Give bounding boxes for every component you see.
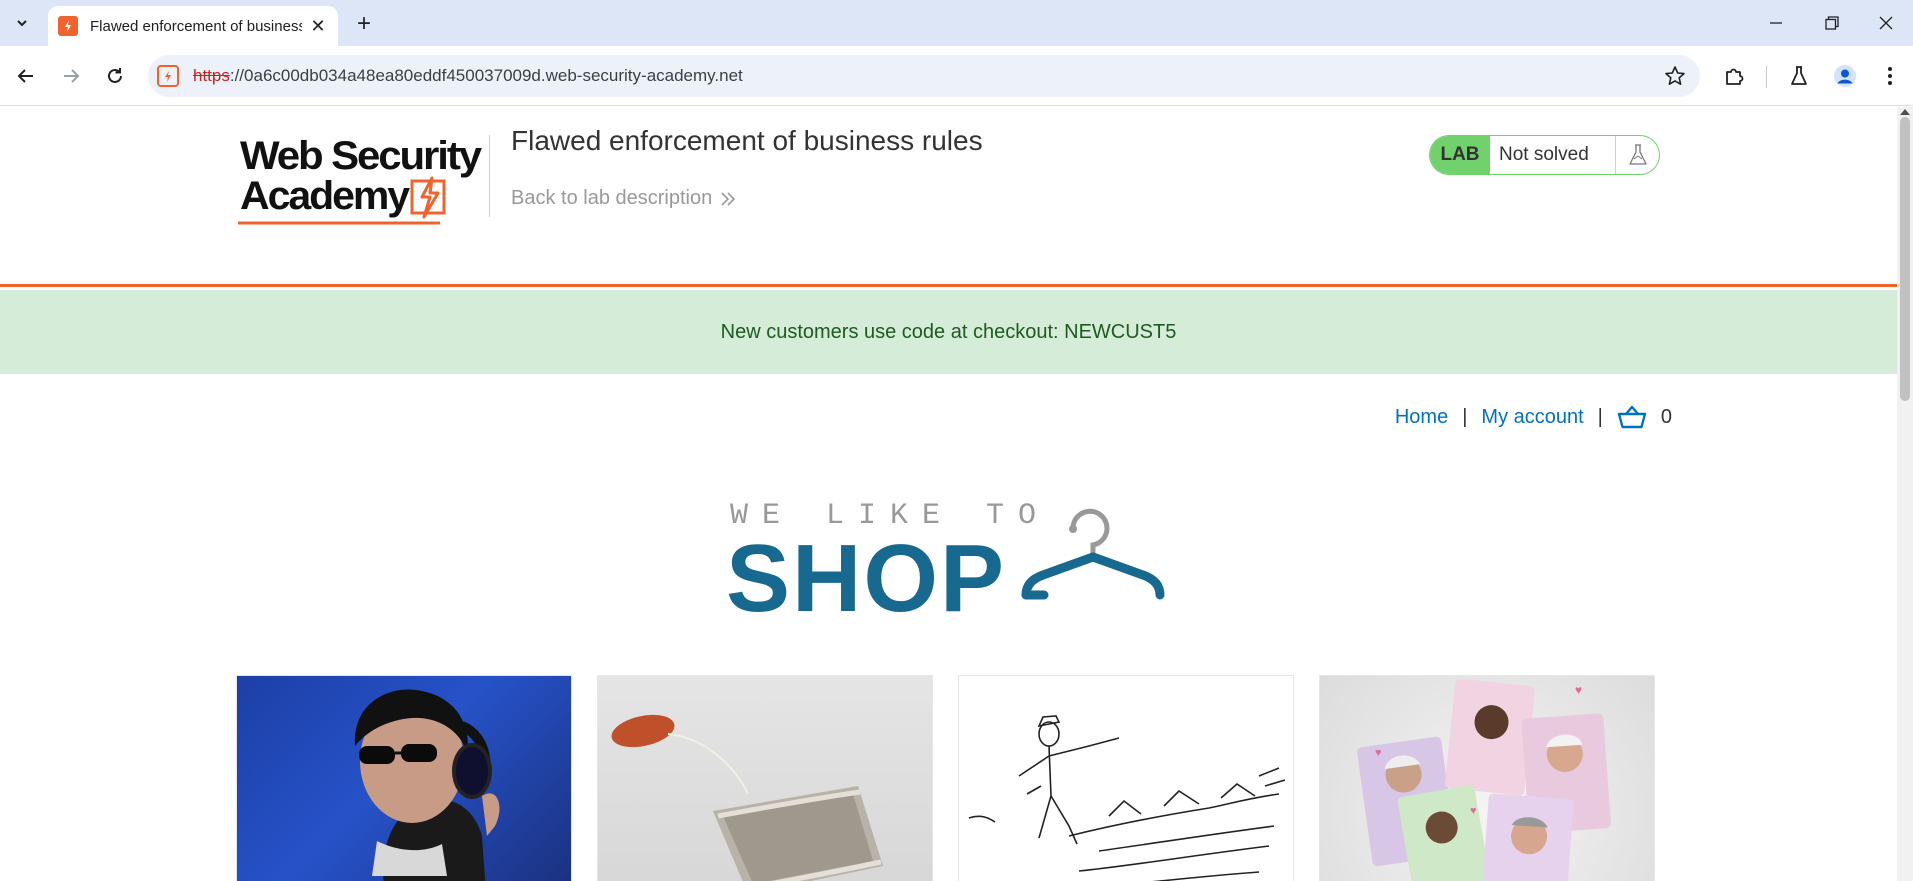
scroll-up-arrow-icon[interactable] <box>1900 109 1910 115</box>
product-image-tea-bag[interactable] <box>597 675 933 881</box>
cart-count: 0 <box>1660 405 1672 428</box>
browser-tab-strip: Flawed enforcement of business rules ✕ + <box>0 0 1913 46</box>
browser-menu-button[interactable] <box>1874 60 1906 92</box>
lab-status-text: Not solved <box>1499 144 1589 165</box>
product-image-headphones[interactable] <box>236 675 572 881</box>
minimize-icon <box>1770 22 1782 24</box>
my-account-link[interactable]: My account <box>1481 406 1583 429</box>
labs-button[interactable] <box>1783 60 1815 92</box>
url-text: https://0a6c00db034a48ea80eddf450037009d… <box>193 66 743 86</box>
reload-icon <box>108 68 122 83</box>
lab-title: Flawed enforcement of business rules <box>511 125 983 156</box>
forward-button[interactable] <box>55 60 87 92</box>
minimize-button[interactable] <box>1748 0 1804 46</box>
close-icon <box>1879 16 1893 30</box>
browser-tab[interactable]: Flawed enforcement of business rules ✕ <box>48 6 338 46</box>
we-like-to-shop-banner: WE LIKE TO SHOP <box>726 495 1170 631</box>
nav-separator: | <box>1597 405 1603 428</box>
home-link[interactable]: Home <box>1395 406 1448 429</box>
arrow-right-icon <box>64 69 80 83</box>
scrollbar-thumb[interactable] <box>1900 117 1910 401</box>
shopping-basket-icon[interactable] <box>1617 405 1647 429</box>
tab-search-button[interactable] <box>8 9 36 37</box>
svg-text:♥: ♥ <box>1375 747 1382 759</box>
bookmark-star-icon[interactable] <box>1664 65 1686 87</box>
close-window-button[interactable] <box>1858 0 1913 46</box>
product-image-line-drawing[interactable] <box>958 675 1294 881</box>
extensions-button[interactable] <box>1718 60 1750 92</box>
puzzle-icon <box>1726 68 1744 85</box>
lab-status-widget: LAB Not solved <box>1429 135 1660 175</box>
restore-icon <box>1825 16 1839 30</box>
logo-divider <box>489 135 490 217</box>
academy-header: Web Security Academy Flawed enforcement … <box>0 107 1897 287</box>
address-bar[interactable]: https://0a6c00db034a48ea80eddf450037009d… <box>148 55 1700 97</box>
page-scrollbar[interactable] <box>1897 107 1913 881</box>
url-scheme: https <box>193 66 230 85</box>
nav-separator: | <box>1462 405 1468 428</box>
flask-icon <box>1791 66 1807 85</box>
double-chevron-right-icon <box>721 191 736 206</box>
lab-favicon-icon <box>58 16 78 36</box>
top-navigation: Home | My account | 0 <box>1395 405 1672 429</box>
svg-text:♥: ♥ <box>1575 683 1582 697</box>
lab-status-badge: LAB <box>1430 136 1490 174</box>
browser-toolbar: https://0a6c00db034a48ea80eddf450037009d… <box>0 46 1913 106</box>
tab-title: Flawed enforcement of business rules <box>90 17 302 35</box>
arrow-left-icon <box>17 69 33 83</box>
back-to-lab-description-link[interactable]: Back to lab description <box>511 187 736 210</box>
url-host: ://0a6c00db034a48ea80eddf450037009d.web-… <box>229 66 743 85</box>
profile-button[interactable] <box>1829 60 1861 92</box>
back-button[interactable] <box>10 60 42 92</box>
banner-headline: SHOP <box>726 525 1007 632</box>
toolbar-divider <box>1766 66 1767 88</box>
restore-button[interactable] <box>1804 0 1860 46</box>
product-image-politician-cards[interactable]: ♥ ♥ ♥ <box>1319 675 1655 881</box>
new-tab-button[interactable]: + <box>350 10 378 38</box>
promo-notice: New customers use code at checkout: NEWC… <box>0 290 1897 374</box>
page-viewport: Web Security Academy Flawed enforcement … <box>0 107 1913 881</box>
avatar-icon <box>1834 65 1856 87</box>
promo-notice-text: New customers use code at checkout: NEWC… <box>720 320 1177 343</box>
kebab-menu-icon <box>1888 67 1892 85</box>
site-info-icon[interactable] <box>157 65 179 87</box>
svg-text:Academy: Academy <box>240 174 411 218</box>
web-security-academy-logo[interactable]: Web Security Academy <box>236 131 486 231</box>
coat-hanger-icon <box>1021 508 1165 600</box>
back-link-label: Back to lab description <box>511 187 713 209</box>
svg-text:♥: ♥ <box>1470 805 1477 817</box>
svg-text:Web Security: Web Security <box>240 134 483 178</box>
reload-button[interactable] <box>99 60 131 92</box>
close-tab-icon[interactable]: ✕ <box>308 16 328 36</box>
flask-icon <box>1615 136 1659 174</box>
chevron-down-icon <box>17 20 27 27</box>
